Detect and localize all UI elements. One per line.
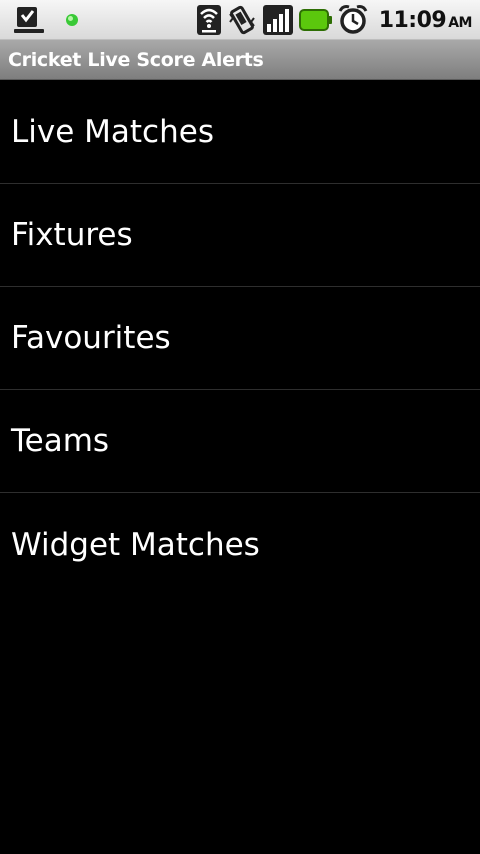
app-title: Cricket Live Score Alerts [8, 48, 264, 71]
menu-item-teams[interactable]: Teams [0, 390, 480, 493]
status-bar-system: 11:09 AM [196, 4, 472, 36]
menu-item-label: Teams [11, 423, 110, 459]
menu-item-label: Favourites [11, 320, 171, 356]
menu-item-fixtures[interactable]: Fixtures [0, 184, 480, 287]
clock-ampm: AM [448, 14, 472, 31]
status-bar-notifications [14, 4, 80, 36]
menu-item-label: Widget Matches [11, 526, 260, 563]
clock: 11:09 AM [378, 7, 473, 33]
menu-item-label: Live Matches [11, 113, 214, 150]
wifi-icon [196, 5, 221, 35]
menu-item-favourites[interactable]: Favourites [0, 287, 480, 390]
notification-led-icon [66, 14, 78, 26]
vibrate-icon [228, 5, 255, 35]
battery-icon [298, 9, 332, 31]
signal-strength-icon [262, 5, 293, 35]
menu-item-label: Fixtures [11, 217, 133, 253]
menu-item-widget-matches[interactable]: Widget Matches [0, 493, 480, 596]
title-bar: Cricket Live Score Alerts [0, 40, 480, 80]
alarm-clock-icon [338, 5, 368, 34]
main-menu-list: Live Matches Fixtures Favourites Teams W… [0, 80, 480, 596]
download-complete-icon [14, 7, 44, 33]
menu-item-live-matches[interactable]: Live Matches [0, 80, 480, 184]
clock-time: 11:09 [378, 7, 447, 33]
status-bar[interactable]: 11:09 AM [0, 0, 480, 40]
